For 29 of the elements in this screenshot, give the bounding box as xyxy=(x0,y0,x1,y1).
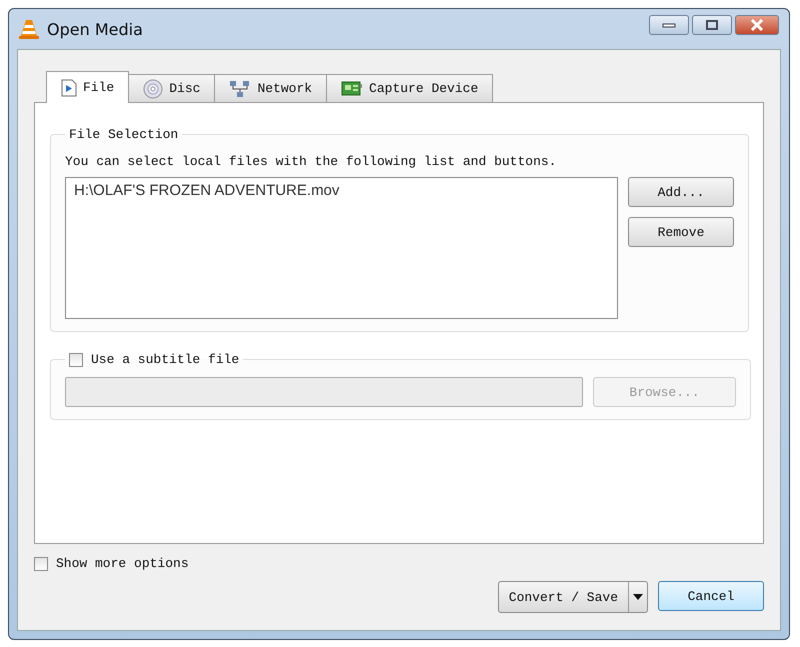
file-button[interactable]: Remove xyxy=(628,217,734,247)
tab[interactable]: Network xyxy=(214,74,328,102)
tab[interactable]: Disc xyxy=(128,74,216,102)
file-button[interactable]: Add... xyxy=(628,177,734,207)
instruction-text: You can select local files with the following list and buttons. xyxy=(65,154,558,169)
window-title: Open Media xyxy=(47,20,143,38)
convert-save-button[interactable]: Convert / Save xyxy=(498,582,628,612)
cancel-button[interactable]: Cancel xyxy=(658,581,764,611)
caret-icon xyxy=(633,594,643,600)
group-title: File Selection xyxy=(68,127,180,142)
minimize-button[interactable] xyxy=(649,15,689,35)
checkbox[interactable] xyxy=(69,352,83,366)
close-icon xyxy=(750,19,764,31)
network-icon xyxy=(229,80,252,98)
checkbox[interactable] xyxy=(34,556,48,570)
traffic-cone-icon xyxy=(19,18,39,40)
tab[interactable]: Capture Device xyxy=(326,74,494,102)
capture-card-icon xyxy=(341,80,364,98)
minimize-icon xyxy=(662,22,676,28)
disc-icon xyxy=(143,78,164,98)
maximize-icon xyxy=(705,19,719,31)
checkbox-label: Show more options xyxy=(56,556,189,571)
maximize-button[interactable] xyxy=(692,15,732,35)
checkbox-label: Use a subtitle file xyxy=(91,352,240,367)
file-list[interactable]: H:\OLAF'S FROZEN ADVENTURE.mov xyxy=(65,177,618,319)
file-list-item[interactable]: H:\OLAF'S FROZEN ADVENTURE.mov xyxy=(74,182,609,199)
tab[interactable]: File xyxy=(46,71,130,103)
close-button[interactable] xyxy=(735,15,779,35)
file-icon xyxy=(61,78,77,96)
